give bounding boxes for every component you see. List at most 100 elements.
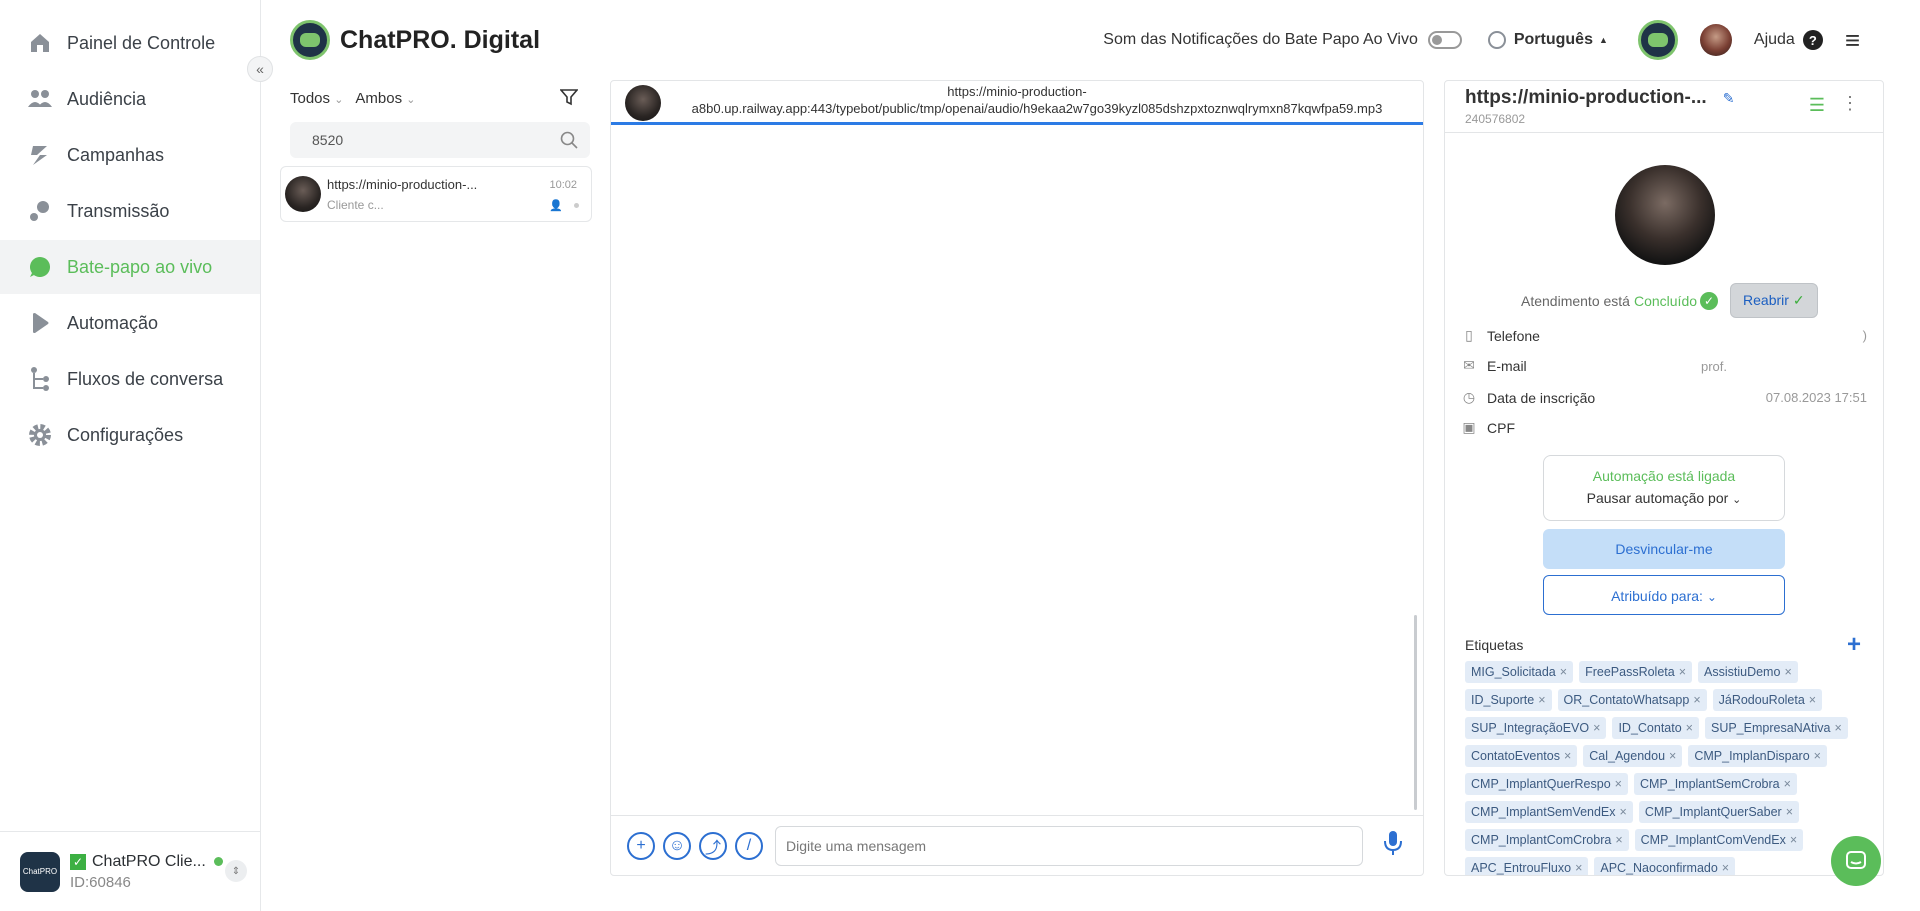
bot-avatar[interactable] (1637, 20, 1678, 60)
tag-chip[interactable]: CMP_ImplantComCrobra × (1465, 829, 1629, 851)
remove-tag-icon[interactable]: × (1814, 749, 1821, 763)
remove-tag-icon[interactable]: × (1784, 665, 1791, 679)
microphone-icon[interactable] (1383, 830, 1403, 861)
tag-chip[interactable]: SUP_IntegraçãoEVO × (1465, 717, 1607, 739)
unlink-button[interactable]: Desvincular-me (1543, 529, 1785, 569)
sidebar-item-bate-papo[interactable]: Bate-papo ao vivo (0, 240, 260, 294)
broadcast-icon (27, 198, 53, 224)
sidebar-item-campanhas[interactable]: Campanhas (0, 128, 260, 182)
remove-tag-icon[interactable]: × (1834, 721, 1841, 735)
remove-tag-icon[interactable]: × (1575, 861, 1582, 875)
support-chat-button[interactable] (1831, 836, 1881, 886)
remove-tag-icon[interactable]: × (1786, 805, 1793, 819)
expand-account-icon[interactable]: ⇕ (225, 860, 247, 882)
quick-reply-icon[interactable]: / (735, 831, 763, 860)
remove-tag-icon[interactable]: × (1686, 721, 1693, 735)
edit-name-icon[interactable]: ✎ (1723, 90, 1735, 107)
filter-status-dropdown[interactable]: Todos ⌄ (290, 90, 343, 107)
remove-tag-icon[interactable]: × (1615, 777, 1622, 791)
globe-icon (1487, 31, 1506, 49)
tag-chip[interactable]: ID_Contato × (1612, 717, 1699, 739)
account-logo: ChatPRO (20, 851, 60, 892)
sidebar-item-painel[interactable]: Painel de Controle (0, 16, 260, 70)
menu-icon[interactable]: ≡ (1845, 27, 1860, 53)
chat-contact-avatar[interactable] (625, 85, 661, 121)
remove-tag-icon[interactable]: × (1790, 833, 1797, 847)
remove-tag-icon[interactable]: × (1809, 693, 1816, 707)
tag-chip[interactable]: CMP_ImplantSemCrobra × (1633, 773, 1797, 795)
tag-chip[interactable]: FreePassRoleta × (1579, 661, 1693, 683)
tag-chip[interactable]: APC_Naoconfirmado × (1594, 857, 1736, 875)
help-link[interactable]: Ajuda (1754, 31, 1795, 49)
tag-chip[interactable]: CMP_ImplanDisparo × (1688, 745, 1827, 767)
tag-chip[interactable]: JáRodouRoleta × (1712, 689, 1823, 711)
filter-channel-dropdown[interactable]: Ambos ⌄ (355, 90, 415, 107)
remove-tag-icon[interactable]: × (1669, 749, 1676, 763)
search-icon[interactable] (560, 131, 578, 152)
chat-header-title-line2: a8b0.up.railway.app:443/typebot/public/t… (691, 101, 1383, 116)
conversation-item[interactable]: https://minio-production-... Cliente c..… (280, 166, 592, 222)
remove-tag-icon[interactable]: × (1593, 721, 1600, 735)
notification-sound-toggle[interactable] (1427, 31, 1462, 49)
message-input[interactable] (775, 825, 1363, 866)
tag-chip[interactable]: CMP_ImplantQuerRespo × (1465, 773, 1628, 795)
emoji-icon[interactable]: ☺ (663, 831, 691, 860)
status-value: Concluído (1633, 292, 1698, 309)
add-tag-icon[interactable]: + (1847, 631, 1861, 659)
tag-chip[interactable]: OR_ContatoWhatsapp × (1557, 689, 1707, 711)
tag-chip[interactable]: ContatoEventos × (1465, 745, 1578, 767)
remove-tag-icon[interactable]: × (1679, 665, 1686, 679)
assigned-to-dropdown[interactable]: Atribuído para: ⌄ (1543, 575, 1785, 615)
remove-tag-icon[interactable]: × (1538, 693, 1545, 707)
tag-chip[interactable]: CMP_ImplantQuerSaber × (1638, 801, 1800, 823)
remove-tag-icon[interactable]: × (1560, 665, 1567, 679)
sidebar-item-transmissao[interactable]: Transmissão (0, 184, 260, 238)
add-attachment-icon[interactable]: + (627, 831, 655, 860)
remove-tag-icon[interactable]: × (1693, 693, 1700, 707)
collapse-sidebar-button[interactable]: « (247, 56, 273, 82)
tag-chip[interactable]: AssistiuDemo × (1698, 661, 1798, 683)
account-switcher[interactable]: ChatPRO ✓ ChatPRO Clie... ID:60846 ⇕ (0, 831, 260, 911)
reopen-button[interactable]: Reabrir ✓ (1730, 283, 1818, 318)
search-input[interactable]: 8520 (290, 122, 590, 158)
remove-tag-icon[interactable]: × (1620, 805, 1627, 819)
sidebar-item-label: Campanhas (67, 144, 165, 165)
sidebar-item-fluxos[interactable]: Fluxos de conversa (0, 352, 260, 406)
sidebar-item-audiencia[interactable]: Audiência (0, 72, 260, 126)
remove-tag-icon[interactable]: × (1784, 777, 1791, 791)
brand-name: ChatPRO. Digital (340, 25, 541, 54)
tag-chip[interactable]: CMP_ImplantSemVendEx × (1465, 801, 1633, 823)
notification-sound-label: Som das Notificações do Bate Papo Ao Viv… (1103, 31, 1418, 48)
chat-icon (27, 254, 53, 280)
chat-pane: https://minio-production- a8b0.up.railwa… (610, 80, 1424, 876)
language-selector[interactable]: Português (1514, 31, 1593, 49)
sidebar: Painel de Controle Audiência Campanhas T… (0, 0, 261, 911)
tag-chip[interactable]: MIG_Solicitada × (1465, 661, 1574, 683)
help-icon[interactable]: ? (1802, 30, 1823, 50)
contact-header: https://minio-production-... ✎ 240576802… (1445, 81, 1883, 133)
sidebar-item-automacao[interactable]: Automação (0, 296, 260, 350)
tag-chip[interactable]: Cal_Agendou × (1583, 745, 1683, 767)
remove-tag-icon[interactable]: × (1564, 749, 1571, 763)
remove-tag-icon[interactable]: × (1615, 833, 1622, 847)
add-note-icon[interactable]: ☰ (1809, 95, 1825, 116)
tag-chip[interactable]: CMP_ImplantComVendEx × (1634, 829, 1804, 851)
automation-icon (27, 310, 53, 336)
user-avatar[interactable] (1699, 24, 1732, 56)
tag-chip[interactable]: SUP_EmpresaNAtiva × (1704, 717, 1848, 739)
service-status: Atendimento está Concluído ✓ Reabrir ✓ (1521, 283, 1818, 318)
contact-details-panel: https://minio-production-... ✎ 240576802… (1444, 80, 1884, 876)
tag-chip[interactable]: APC_EntrouFluxo × (1465, 857, 1589, 875)
brand[interactable]: ChatPRO. Digital (290, 20, 540, 60)
more-options-icon[interactable]: ⋮ (1841, 93, 1859, 114)
pause-automation-dropdown[interactable]: Pausar automação por ⌄ (1544, 490, 1784, 506)
tag-chip[interactable]: ID_Suporte × (1465, 689, 1552, 711)
filter-icon[interactable] (559, 88, 579, 111)
sidebar-item-configuracoes[interactable]: Configurações (0, 408, 260, 462)
automation-box: Automação está ligada Pausar automação p… (1543, 455, 1785, 521)
conversation-time: 10:02 (549, 179, 577, 191)
remove-tag-icon[interactable]: × (1722, 861, 1729, 875)
flow-trigger-icon[interactable]: ⤴ (699, 831, 727, 860)
chat-header-title-line1: https://minio-production- (947, 84, 1087, 99)
messages-scrollbar[interactable] (1414, 615, 1417, 810)
